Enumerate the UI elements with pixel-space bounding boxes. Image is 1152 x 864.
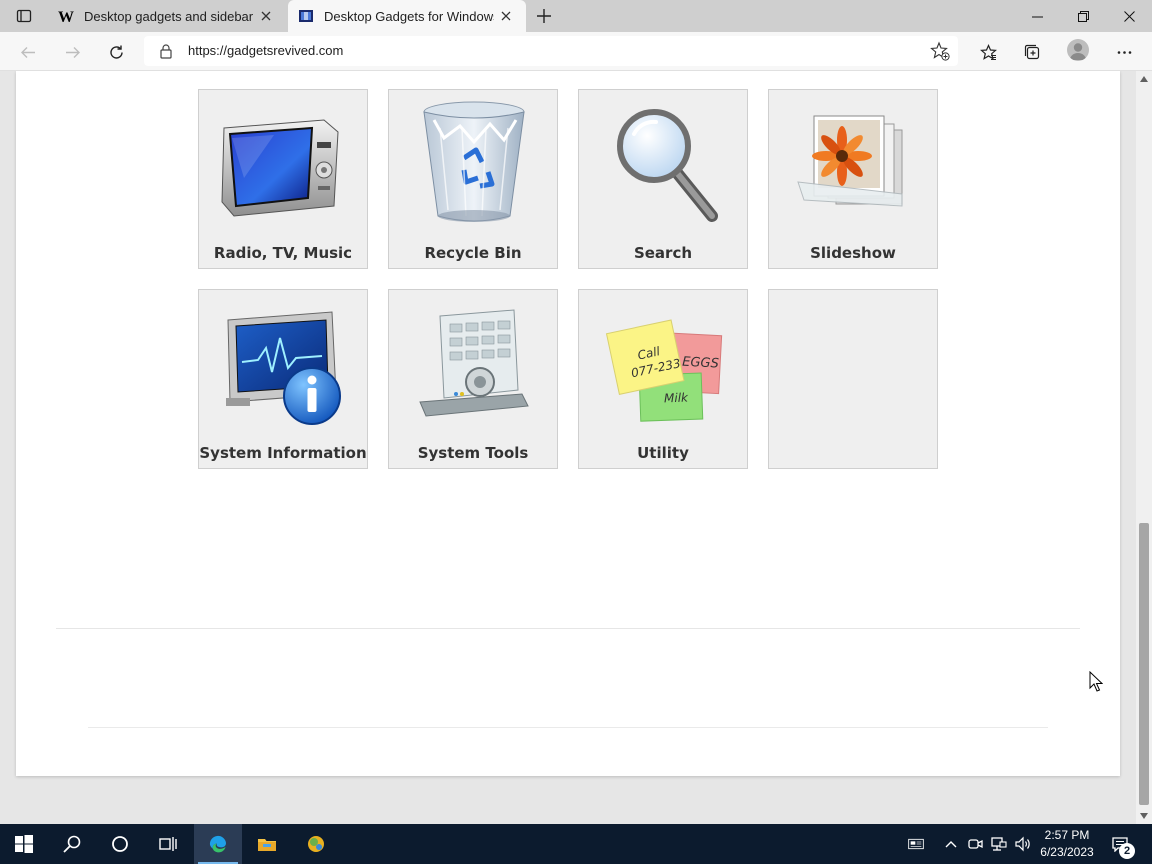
start-button[interactable] [0, 824, 48, 864]
divider [56, 628, 1080, 629]
clock-time: 2:57 PM [1044, 828, 1090, 842]
cortana-circle-icon [112, 836, 128, 852]
search-icon [63, 835, 81, 853]
new-tab-button[interactable] [532, 4, 556, 28]
forward-button[interactable] [58, 38, 86, 66]
photo-frame-icon [797, 115, 903, 207]
tab-title: Desktop gadgets and sidebar for [84, 8, 254, 24]
tab-strip: W Desktop gadgets and sidebar for Deskto… [0, 0, 1152, 32]
settings-more-button[interactable] [1110, 38, 1138, 66]
magnifier-icon [617, 109, 718, 222]
edge-browser-icon [209, 835, 226, 853]
lock-icon[interactable] [158, 43, 174, 59]
favorites-button[interactable] [974, 38, 1002, 66]
close-tab-icon[interactable] [494, 4, 518, 28]
gadget-tile-radio-tv-music[interactable]: Radio, TV, Music [198, 89, 368, 269]
close-icon [1123, 10, 1135, 22]
tab-gadgets[interactable]: Desktop Gadgets for Windows 1 [288, 0, 526, 32]
arrow-right-icon [65, 46, 80, 58]
taskbar-edge-button[interactable] [194, 824, 242, 864]
tv-device-icon [221, 119, 339, 217]
taskbar: 2:57 PM 6/23/2023 [0, 824, 1152, 864]
system-tools-icon [419, 309, 529, 417]
page-content: Radio, TV, Music Recycle Bin Search Slid… [16, 71, 1120, 776]
recycle-bin-icon [423, 101, 525, 222]
refresh-button[interactable] [102, 38, 130, 66]
tile-label: System Tools [417, 444, 529, 462]
tab-title: Desktop Gadgets for Windows 1 [324, 8, 494, 24]
pink-note-text: EGGS [682, 355, 719, 372]
vertical-scrollbar[interactable] [1136, 71, 1152, 824]
task-view-button[interactable] [144, 824, 192, 864]
gadget-tile-empty [768, 289, 938, 469]
meet-now-icon[interactable] [965, 834, 985, 854]
collections-button[interactable] [1018, 38, 1046, 66]
user-icon [1070, 43, 1086, 60]
arrow-left-icon [20, 46, 35, 58]
svg-text:W: W [58, 9, 74, 24]
gadget-tile-slideshow[interactable]: Slideshow [768, 89, 938, 269]
restore-icon [1077, 10, 1089, 22]
taskbar-file-explorer-button[interactable] [243, 824, 291, 864]
gadget-tile-utility[interactable]: Call 077-233 EGGS Milk Utility [578, 289, 748, 469]
tab-actions-button[interactable] [8, 4, 40, 28]
windows-logo-icon [15, 835, 33, 853]
tab-actions-icon [16, 9, 32, 23]
profile-avatar[interactable] [1067, 39, 1089, 61]
wikipedia-w-icon: W [58, 8, 74, 24]
favorites-star-icon [979, 43, 997, 60]
plus-icon [537, 9, 551, 23]
gadgets-site-icon [298, 8, 314, 24]
url-text[interactable]: https://gadgetsrevived.com [188, 43, 343, 58]
volume-icon[interactable] [1013, 834, 1033, 854]
notification-count-badge: 2 [1119, 843, 1135, 859]
refresh-icon [109, 45, 123, 59]
minimize-button[interactable] [1014, 0, 1060, 32]
tile-label: Slideshow [810, 244, 896, 262]
restore-button[interactable] [1060, 0, 1106, 32]
network-icon[interactable] [989, 834, 1009, 854]
news-widget-icon[interactable] [904, 834, 928, 854]
scroll-up-button[interactable] [1136, 71, 1152, 87]
task-view-icon [159, 837, 177, 851]
tile-label: System Information [199, 444, 367, 462]
caret-up-icon [1140, 76, 1148, 82]
gadget-tile-search[interactable]: Search [578, 89, 748, 269]
tile-label: Utility [637, 444, 689, 462]
back-button[interactable] [14, 38, 42, 66]
mouse-pointer-icon [1089, 671, 1103, 692]
gadget-tile-system-information[interactable]: System Information [198, 289, 368, 469]
taskbar-app-button[interactable] [292, 824, 340, 864]
show-hidden-icons-chevron-icon[interactable] [941, 834, 961, 854]
tab-wikipedia[interactable]: W Desktop gadgets and sidebar for [48, 0, 286, 32]
system-info-icon [226, 311, 341, 425]
add-favorite-icon[interactable] [930, 41, 950, 61]
close-window-button[interactable] [1106, 0, 1152, 32]
gadget-tile-system-tools[interactable]: System Tools [388, 289, 558, 469]
sticky-notes-icon: Call 077-233 EGGS Milk [605, 319, 723, 422]
divider [88, 727, 1048, 728]
folder-icon [258, 839, 276, 851]
scroll-down-button[interactable] [1136, 808, 1152, 824]
search-button[interactable] [48, 824, 96, 864]
page-viewport: Radio, TV, Music Recycle Bin Search Slid… [0, 71, 1136, 824]
green-note-text: Milk [664, 390, 689, 405]
browser-toolbar: https://gadgetsrevived.com [0, 32, 1152, 71]
collections-icon [1024, 44, 1039, 59]
caret-down-icon [1140, 813, 1148, 819]
minimize-icon [1031, 16, 1043, 17]
tile-label: Search [633, 244, 693, 262]
system-clock[interactable]: 2:57 PM 6/23/2023 [1036, 827, 1098, 861]
scroll-thumb[interactable] [1139, 523, 1149, 805]
tile-label: Radio, TV, Music [213, 244, 353, 262]
gadget-tile-recycle-bin[interactable]: Recycle Bin [388, 89, 558, 269]
app-globe-icon [308, 836, 324, 852]
address-bar[interactable]: https://gadgetsrevived.com [144, 36, 958, 66]
tile-label: Recycle Bin [424, 244, 522, 262]
cortana-button[interactable] [96, 824, 144, 864]
more-dots-icon [1117, 50, 1131, 54]
close-tab-icon[interactable] [254, 4, 278, 28]
clock-date: 6/23/2023 [1040, 845, 1094, 859]
